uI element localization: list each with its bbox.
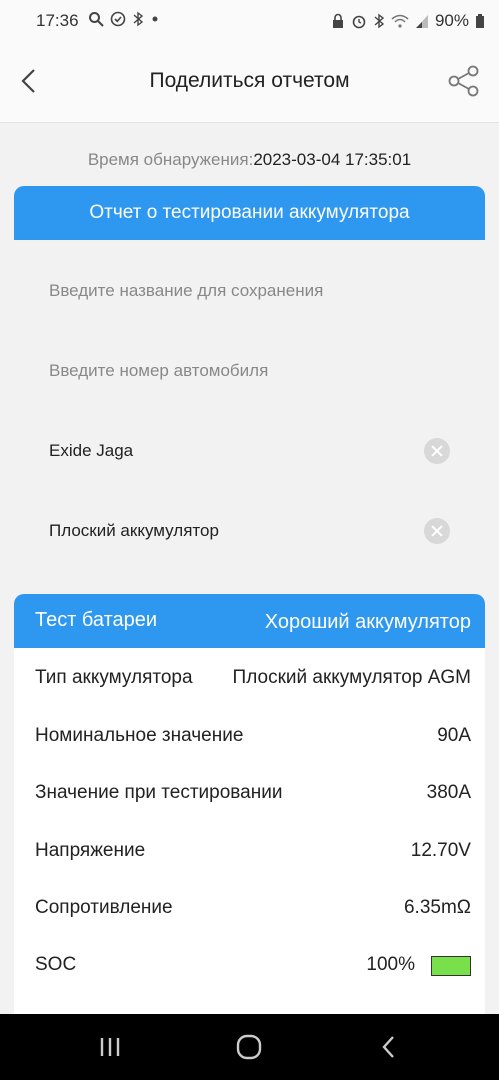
battery-test-header: Тест батареи Хороший аккумулятор	[14, 594, 485, 648]
result-value: 12.70V	[410, 840, 471, 861]
result-key: Напряжение	[35, 840, 146, 861]
car-number-field[interactable]: Введите номер автомобиля	[14, 342, 485, 400]
result-key: Сопротивление	[35, 897, 173, 918]
result-row: SOC 100%	[35, 954, 471, 984]
home-icon[interactable]	[234, 1032, 264, 1062]
result-key: Тип аккумулятора	[35, 667, 193, 688]
result-value: 380A	[426, 782, 471, 803]
result-key: Значение при тестировании	[35, 782, 283, 803]
battery-icon	[476, 14, 484, 28]
app-bar: Поделиться отчетом	[0, 40, 499, 123]
battery-test-title: Тест батареи	[35, 609, 158, 631]
battery-type-field[interactable]: Плоский аккумулятор	[14, 502, 485, 560]
check-circle-icon	[110, 11, 126, 27]
save-name-input[interactable]: Введите название для сохранения	[49, 281, 323, 301]
lock-icon	[332, 13, 343, 28]
detection-time-label: Время обнаружения:	[87, 150, 254, 169]
result-row: Тип аккумулятора Плоский аккумулятор AGM	[35, 667, 471, 697]
result-key: Номинальное значение	[35, 725, 244, 746]
battery-percent: 90%	[434, 11, 469, 30]
alarm-icon	[352, 15, 366, 29]
share-icon[interactable]	[447, 64, 481, 98]
status-bar: 17:36 90%	[0, 0, 499, 40]
result-value: 90A	[437, 725, 471, 746]
battery-type-input[interactable]: Плоский аккумулятор	[49, 521, 219, 541]
result-value: Плоский аккумулятор AGM	[232, 667, 471, 688]
brand-input[interactable]: Exide Jaga	[49, 441, 133, 461]
soc-level-bar	[431, 956, 471, 976]
search-icon	[89, 12, 104, 27]
result-value: 6.35mΩ	[403, 897, 471, 918]
bluetooth-icon	[133, 11, 144, 27]
car-number-input[interactable]: Введите номер автомобиля	[49, 361, 268, 381]
signal-icon	[415, 15, 428, 28]
back-icon[interactable]	[374, 1032, 404, 1062]
battery-test-card: Тест батареи Хороший аккумулятор Тип акк…	[14, 594, 485, 1024]
result-row: Номинальное значение 90A	[35, 725, 471, 755]
result-row: Сопротивление 6.35mΩ	[35, 897, 471, 927]
system-nav-bar	[0, 1014, 499, 1080]
save-name-field[interactable]: Введите название для сохранения	[14, 262, 485, 320]
bluetooth-icon	[374, 13, 385, 29]
clear-icon[interactable]	[424, 518, 450, 544]
result-row: Значение при тестировании 380A	[35, 782, 471, 812]
dot-icon	[152, 16, 158, 22]
detection-time: Время обнаружения:2023-03-04 17:35:01	[0, 150, 499, 170]
page-title: Поделиться отчетом	[149, 69, 350, 92]
report-header: Отчет о тестировании аккумулятора	[14, 186, 485, 240]
wifi-icon	[391, 14, 409, 28]
status-time: 17:36	[36, 11, 79, 30]
recent-apps-icon[interactable]	[95, 1032, 125, 1062]
clear-icon[interactable]	[424, 438, 450, 464]
result-value: 100%	[366, 954, 415, 975]
battery-test-result: Хороший аккумулятор	[264, 611, 471, 633]
brand-field[interactable]: Exide Jaga	[14, 422, 485, 480]
result-row: Напряжение 12.70V	[35, 840, 471, 870]
result-key: SOC	[35, 954, 77, 975]
detection-time-value: 2023-03-04 17:35:01	[253, 150, 412, 169]
